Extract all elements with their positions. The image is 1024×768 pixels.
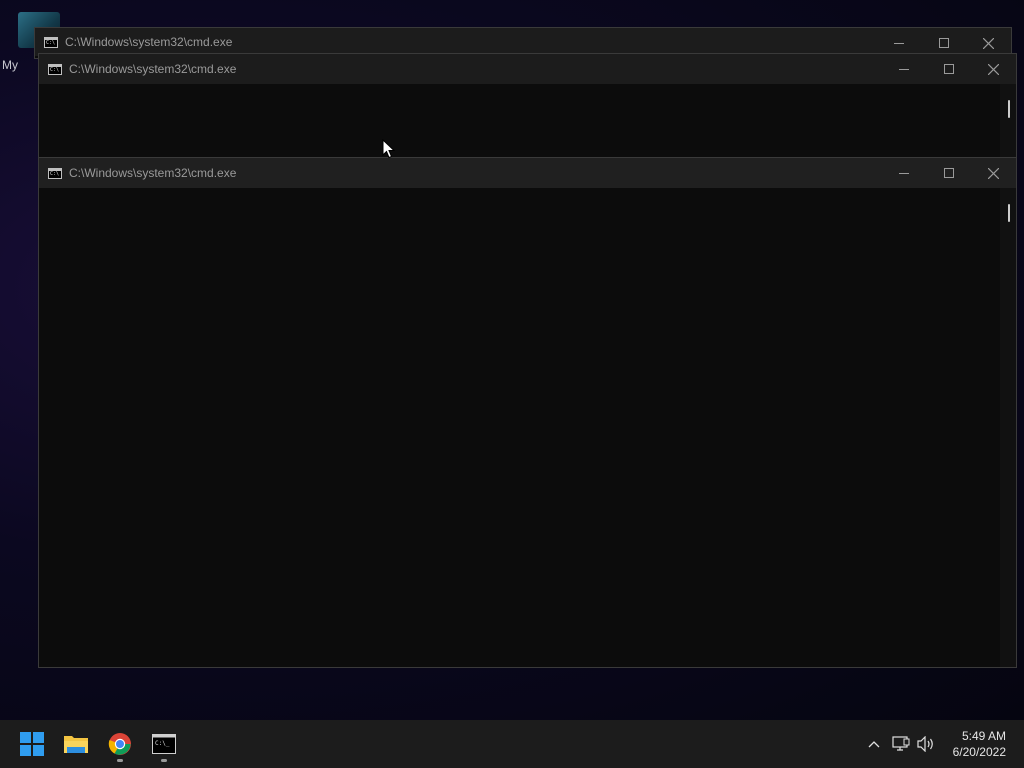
desktop-icon-label[interactable]: My xyxy=(2,58,18,72)
window-title: C:\Windows\system32\cmd.exe xyxy=(65,35,233,49)
close-button[interactable] xyxy=(971,54,1016,84)
scrollbar-thumb[interactable] xyxy=(1008,100,1010,118)
scrollbar-thumb[interactable] xyxy=(1008,204,1010,222)
command-prompt-icon: C:\_ xyxy=(152,734,176,754)
scrollbar[interactable] xyxy=(1000,84,1016,159)
start-icon xyxy=(20,732,44,756)
chevron-up-icon xyxy=(868,741,880,748)
clock-time: 5:49 AM xyxy=(961,729,1006,743)
running-indicator xyxy=(117,759,123,762)
cmd-app-icon xyxy=(48,63,62,75)
window-title: C:\Windows\system32\cmd.exe xyxy=(69,62,237,76)
window-title: C:\Windows\system32\cmd.exe xyxy=(69,166,237,180)
minimize-button[interactable] xyxy=(881,54,926,84)
cmd-window-2-titlebar[interactable]: C:\Windows\system32\cmd.exe xyxy=(39,54,1016,84)
file-explorer-icon xyxy=(64,736,88,753)
volume-icon xyxy=(917,736,933,752)
cmd-app-icon xyxy=(48,167,62,179)
network-icon xyxy=(892,736,910,751)
close-button[interactable] xyxy=(971,158,1016,188)
network-button[interactable] xyxy=(890,720,912,768)
cmd-app-icon xyxy=(44,36,58,48)
start-button[interactable] xyxy=(12,724,52,764)
desktop: My C:\Windows\system32\cmd.exe C:\Window… xyxy=(0,0,1024,720)
running-indicator xyxy=(161,759,167,762)
scrollbar[interactable] xyxy=(1000,188,1016,667)
svg-text:C:\_: C:\_ xyxy=(155,740,170,747)
cmd-window-3[interactable]: C:\Windows\system32\cmd.exe xyxy=(38,157,1017,668)
clock-date: 6/20/2022 xyxy=(952,745,1006,759)
minimize-button[interactable] xyxy=(881,158,926,188)
maximize-button[interactable] xyxy=(926,54,971,84)
chrome-button[interactable] xyxy=(100,724,140,764)
mouse-cursor-icon xyxy=(382,139,396,159)
volume-button[interactable] xyxy=(915,720,937,768)
cmd-window-1-titlebar[interactable]: C:\Windows\system32\cmd.exe xyxy=(35,28,1011,56)
maximize-button[interactable] xyxy=(926,158,971,188)
chrome-icon xyxy=(108,733,131,755)
command-prompt-button[interactable]: C:\_ xyxy=(144,724,184,764)
cmd-window-2[interactable]: C:\Windows\system32\cmd.exe xyxy=(38,53,1017,160)
clock[interactable]: 5:49 AM 6/20/2022 xyxy=(953,728,1006,760)
file-explorer-button[interactable] xyxy=(56,724,96,764)
cmd-window-3-titlebar[interactable]: C:\Windows\system32\cmd.exe xyxy=(39,158,1016,188)
show-hidden-icons-button[interactable] xyxy=(864,720,884,768)
taskbar: C:\_ 5:49 AM 6/20/2022 xyxy=(0,720,1024,768)
